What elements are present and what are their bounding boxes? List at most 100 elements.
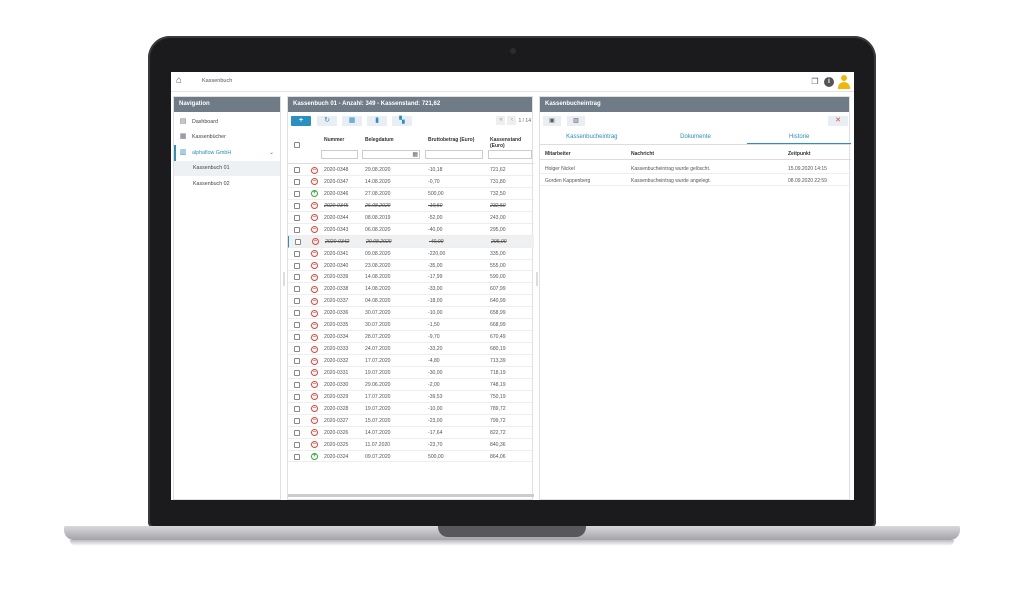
row-checkbox[interactable] [294, 178, 300, 185]
expense-icon: – [311, 297, 318, 305]
row-checkbox[interactable] [294, 369, 300, 376]
row-checkbox[interactable] [294, 334, 300, 341]
prev-page-button[interactable]: ‹ [507, 116, 517, 125]
row-checkbox[interactable] [294, 167, 300, 173]
table-row[interactable]: –2020-0333 24.07.2020 -33,20 680,19 [288, 343, 534, 355]
table-row[interactable]: –2020-0348 29.08.2020 -10,18 721,62 [288, 164, 534, 176]
select-all-checkbox[interactable] [294, 142, 300, 148]
delete-button[interactable]: ▥ [567, 116, 585, 126]
cell-nummer: 2020-0327 [324, 417, 349, 424]
user-avatar-icon[interactable] [838, 75, 850, 89]
row-checkbox[interactable] [294, 405, 300, 412]
filter-nummer-input[interactable] [321, 150, 358, 159]
row-checkbox[interactable] [294, 250, 300, 257]
breadcrumb[interactable]: Kassenbuch [202, 78, 232, 84]
tab-dokumente[interactable]: Dokumente [644, 131, 748, 144]
export-button[interactable]: ▮ [367, 116, 387, 126]
table-row[interactable]: –2020-0329 17.07.2020 -39,53 750,19 [288, 391, 534, 403]
row-checkbox[interactable] [294, 429, 300, 436]
close-button[interactable]: ✕ [828, 116, 848, 126]
row-checkbox[interactable] [294, 322, 300, 329]
row-checkbox[interactable] [294, 298, 300, 305]
table-row[interactable]: +2020-0346 27.08.2020 500,00 732,50 [288, 188, 534, 200]
nav-item-company[interactable]: ▥ alphaflow GmbH ⌄ [174, 145, 280, 161]
expense-icon: – [311, 285, 318, 293]
calendar-button[interactable]: ▦ [342, 116, 362, 126]
column-header-nachricht[interactable]: Nachricht [631, 151, 654, 157]
row-checkbox[interactable] [294, 346, 300, 353]
history-row[interactable]: Gorden Kappenberg Kassenbucheintrag wurd… [540, 174, 851, 186]
nav-item-kassenbuch-01[interactable]: Kassenbuch 01 [174, 160, 280, 176]
calendar-icon[interactable]: ▦ [412, 151, 418, 158]
panel-splitter[interactable] [283, 272, 285, 286]
table-row[interactable]: –2020-0331 19.07.2020 -30,00 718,19 [288, 367, 534, 379]
row-checkbox[interactable] [294, 381, 300, 388]
table-row[interactable]: –2020-0339 14.08.2020 -17,99 590,00 [288, 271, 534, 284]
tab-historie[interactable]: Historie [747, 131, 852, 144]
nav-item-kassenbuecher[interactable]: ▦ Kassenbücher [174, 130, 280, 146]
cell-bruttobetrag: -9,70 [428, 334, 440, 341]
tab-kassenbucheintrag[interactable]: Kassenbucheintrag [540, 131, 644, 144]
refresh-button[interactable]: ↻ [317, 116, 337, 126]
row-checkbox[interactable] [294, 274, 300, 281]
table-row[interactable]: –2020-0336 30.07.2020 -10,00 658,99 [288, 307, 534, 320]
table-row[interactable]: –2020-0343 06.08.2020 -40,00 295,00 [288, 224, 534, 236]
filter-kassenstand-input[interactable] [488, 150, 532, 159]
home-icon[interactable]: ⌂ [176, 76, 186, 86]
info-icon[interactable]: i [824, 77, 834, 87]
chevron-down-icon[interactable]: ⌄ [269, 149, 274, 156]
row-checkbox[interactable] [294, 286, 300, 293]
row-checkbox[interactable] [294, 226, 300, 233]
first-page-button[interactable]: « [496, 116, 506, 125]
row-checkbox[interactable] [294, 358, 300, 364]
table-row[interactable]: –2020-0344 08.08.2019 -52,00 243,00 [288, 212, 534, 224]
expense-icon: – [311, 166, 318, 174]
history-row[interactable]: Holger Nickel Kassenbucheintrag wurde ge… [540, 162, 851, 174]
table-row[interactable]: –2020-0330 29.06.2020 -2,00 748,19 [288, 379, 534, 391]
filter-belegdatum-input[interactable]: ▦ [362, 150, 420, 159]
nav-item-dashboard[interactable]: ▤ Dashboard [174, 114, 280, 130]
table-row[interactable]: –2020-0334 28.07.2020 -9,70 670,49 [288, 331, 534, 344]
row-checkbox[interactable] [294, 441, 300, 448]
add-button[interactable]: + [291, 116, 311, 126]
nav-item-kassenbuch-02[interactable]: Kassenbuch 02 [174, 176, 280, 192]
cell-bruttobetrag: -18,00 [428, 298, 443, 305]
table-row[interactable]: –2020-0340 23.08.2020 -35,00 555,00 [288, 260, 534, 272]
table-row[interactable]: –2020-0328 19.07.2020 -10,00 789,72 [288, 403, 534, 415]
table-row[interactable]: –2020-0326 14.07.2020 -17,64 822,72 [288, 427, 534, 439]
table-row[interactable]: –2020-0342 20.08.2020 -40,00 295,00 [288, 235, 534, 248]
table-row[interactable]: –2020-0341 09.08.2020 -220,00 335,00 [288, 248, 534, 260]
table-row[interactable]: –2020-0345 26.08.2020 -10,50 232,50 [288, 200, 534, 212]
row-checkbox[interactable] [294, 214, 300, 221]
row-checkbox[interactable] [294, 262, 300, 269]
row-checkbox[interactable] [295, 238, 301, 245]
table-row[interactable]: –2020-0332 17.07.2020 -4,80 713,39 [288, 355, 534, 367]
filter-bruttobetrag-input[interactable] [425, 150, 483, 159]
table-row[interactable]: –2020-0327 15.07.2020 -23,00 799,72 [288, 415, 534, 427]
table-row[interactable]: –2020-0347 14.08.2020 -0,70 731,80 [288, 176, 534, 188]
row-checkbox[interactable] [294, 190, 300, 197]
column-header-zeitpunkt[interactable]: Zeitpunkt [788, 151, 811, 157]
table-row[interactable]: –2020-0335 30.07.2020 -1,50 668,99 [288, 319, 534, 332]
cell-bruttobetrag: -10,50 [428, 202, 443, 209]
table-row[interactable]: +2020-0324 09.07.2020 500,00 864,06 [288, 451, 534, 463]
column-header-belegdatum[interactable]: Belegdatum [365, 137, 394, 143]
save-button[interactable]: ▣ [543, 116, 561, 126]
row-checkbox[interactable] [294, 417, 300, 424]
table-row[interactable]: –2020-0337 04.08.2020 -18,00 640,99 [288, 295, 534, 308]
row-checkbox[interactable] [294, 202, 300, 209]
row-checkbox[interactable] [294, 393, 300, 400]
column-header-bruttobetrag[interactable]: Bruttobetrag (Euro) [428, 137, 474, 143]
column-header-nummer[interactable]: Nummer [324, 137, 344, 143]
panel-splitter[interactable] [536, 272, 538, 286]
row-checkbox[interactable] [294, 453, 300, 460]
table-row[interactable]: –2020-0338 14.08.2020 -33,00 607,99 [288, 283, 534, 296]
horizontal-scrollbar[interactable] [288, 494, 534, 497]
column-header-mitarbeiter[interactable]: Mitarbeiter [545, 151, 571, 157]
column-header-kassenstand[interactable]: Kassenstand (Euro) [490, 137, 534, 149]
row-checkbox[interactable] [294, 310, 300, 317]
expense-icon: – [311, 178, 318, 186]
report-button[interactable]: ▚ [392, 116, 412, 126]
window-icon[interactable]: ❐ [810, 77, 820, 87]
table-row[interactable]: –2020-0325 11.07.2020 -23,70 840,36 [288, 439, 534, 451]
